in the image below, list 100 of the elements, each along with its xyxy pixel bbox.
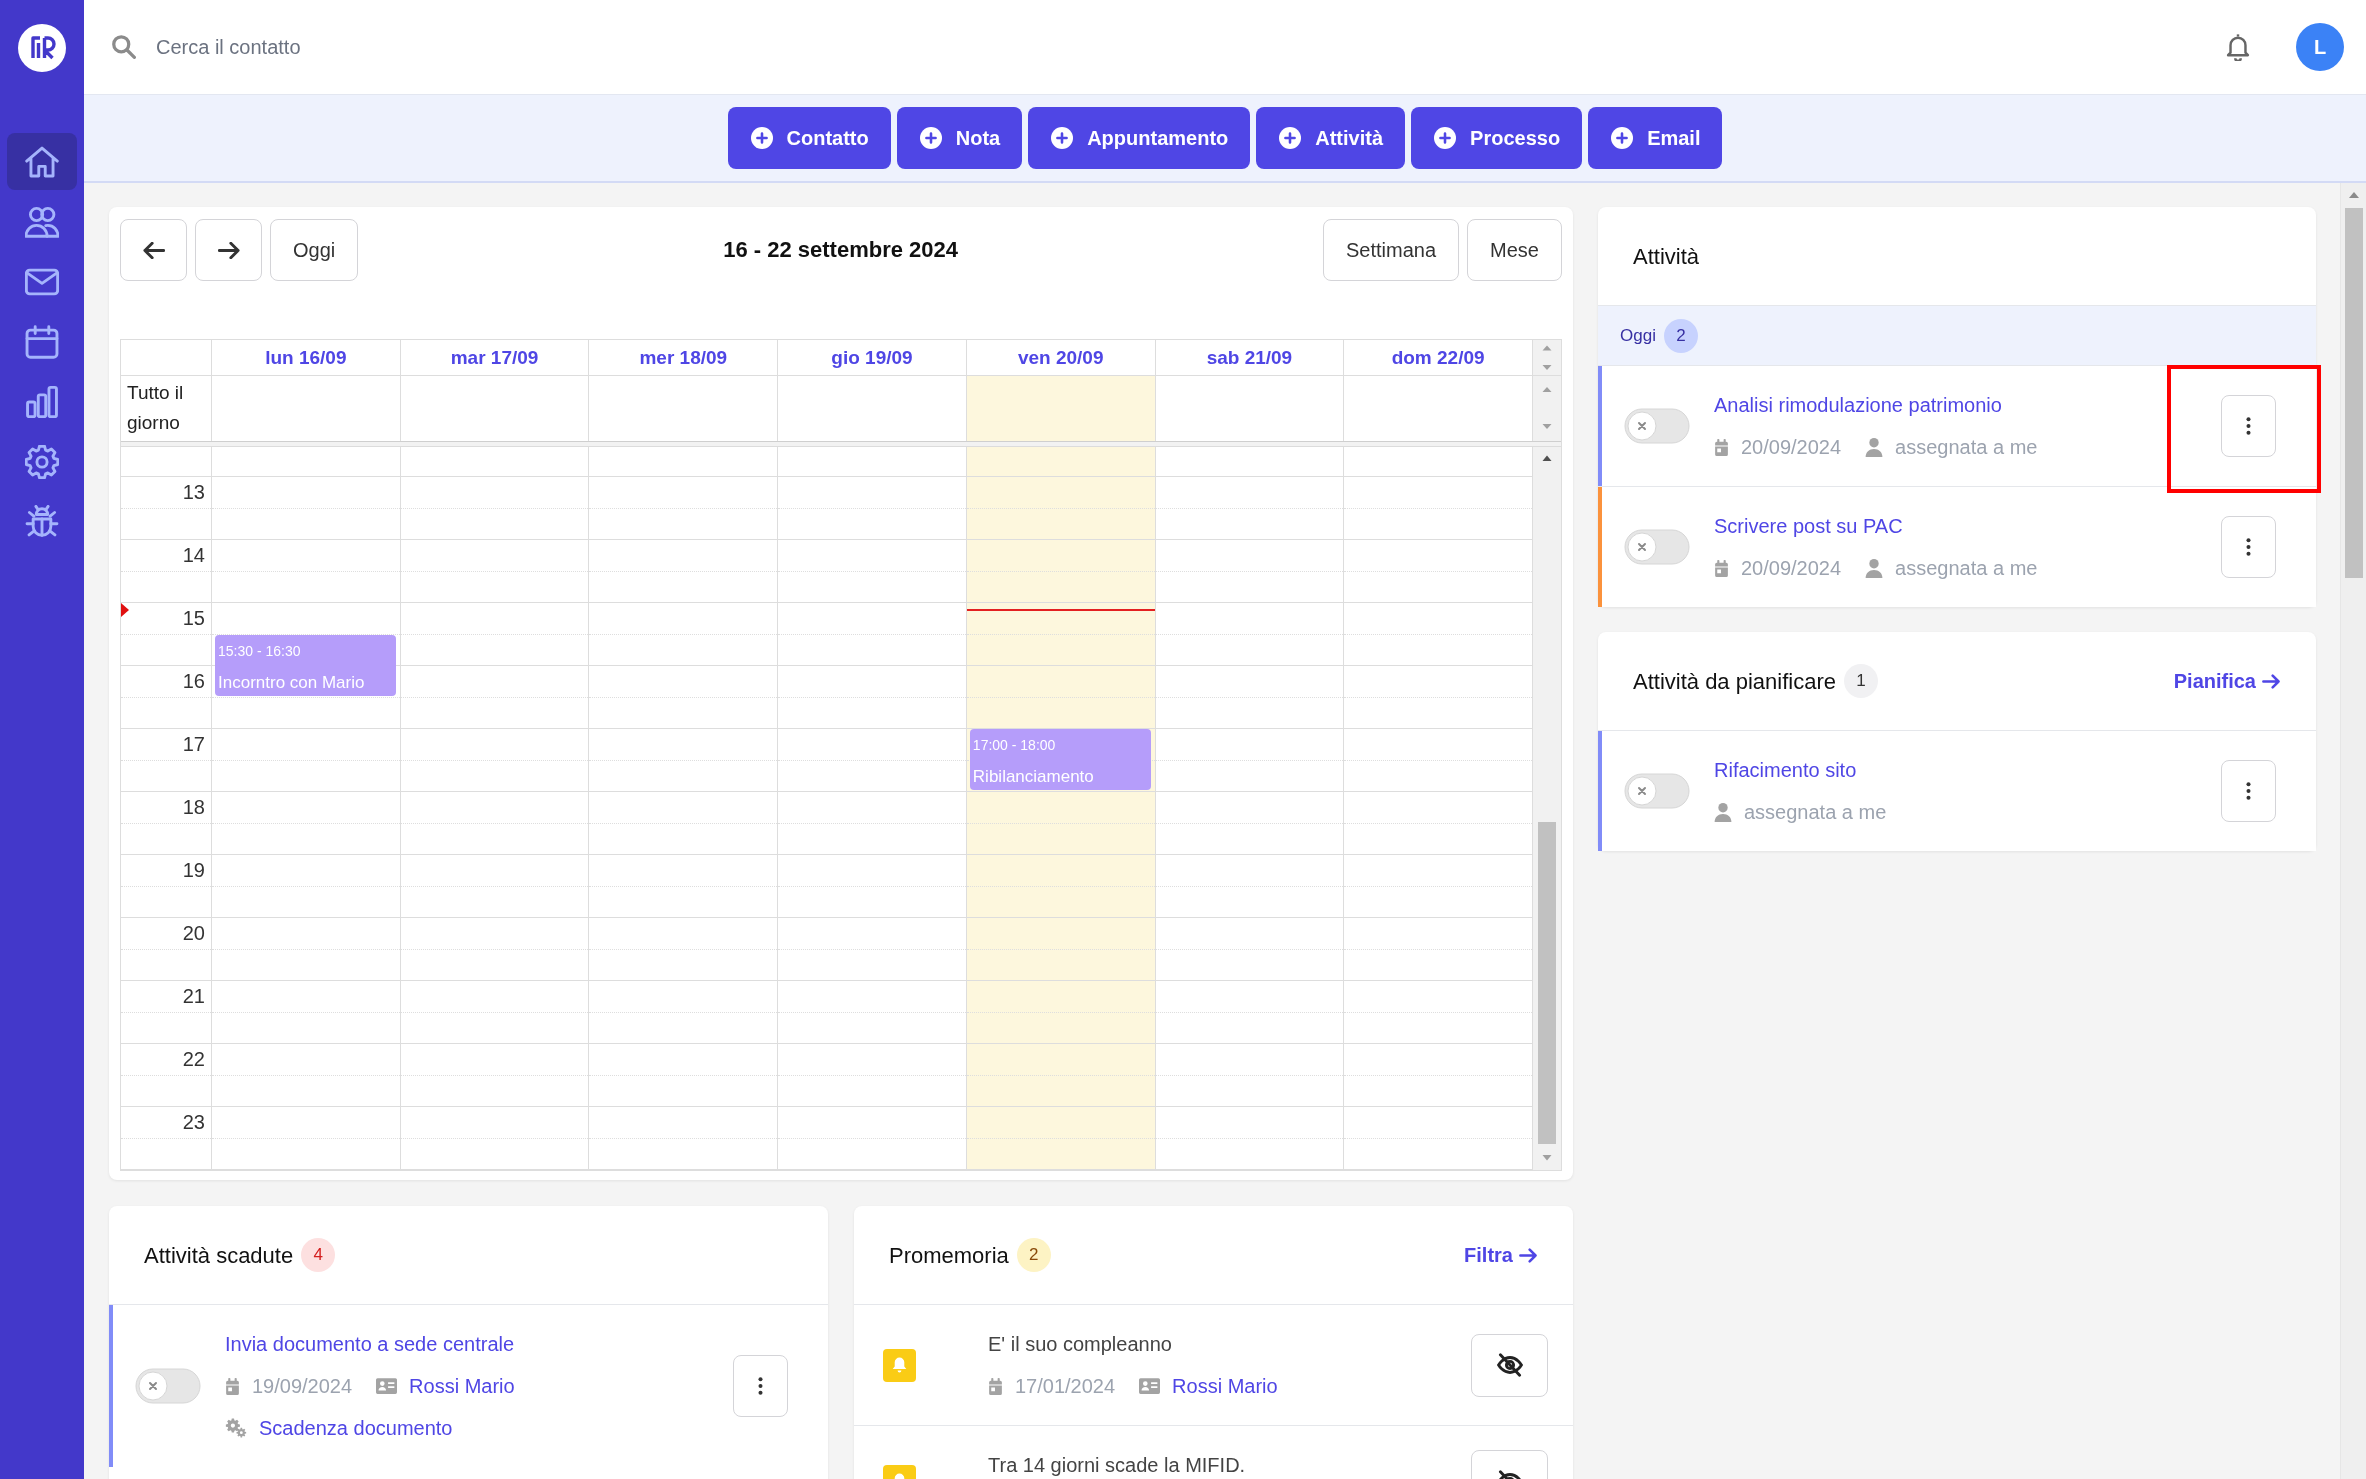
arrow-right-icon [217,241,240,259]
hour-label: 23 [182,1111,205,1133]
calendar-icon [988,1377,1003,1395]
count-badge: 2 [1016,1238,1051,1272]
hide-button[interactable] [1471,1333,1548,1397]
task-title-link[interactable]: Rifacimento sito [1714,759,1857,781]
bell-icon[interactable] [2226,33,2250,61]
search-field[interactable]: Cerca il contatto [156,32,756,62]
search-icon [112,35,136,59]
arrow-right-icon [2262,673,2280,689]
next-button[interactable] [195,219,262,281]
settings-icon [25,444,59,479]
arrow-right-icon [1519,1247,1537,1263]
user-avatar[interactable]: L [2296,23,2344,71]
dots-vertical-icon [2246,417,2251,435]
day-header: dom 22/09 [1344,340,1533,376]
hour-label: 14 [182,544,205,566]
person-icon [1714,802,1732,822]
quick-action-button[interactable]: Nota [896,107,1023,169]
hour-label: 16 [182,670,205,692]
hour-label: 13 [182,481,205,503]
calendar-icon [225,1377,240,1395]
dots-vertical-icon [2246,782,2251,800]
card-title: Attività da pianificare [1633,667,1836,696]
toggle-switch[interactable] [1624,529,1690,565]
plus-circle-icon [1279,127,1302,149]
count-badge: 1 [1844,664,1878,698]
id-card-icon [1139,1378,1161,1394]
task-title-link[interactable]: Analisi rimodulazione patrimonio [1714,394,2002,416]
plus-circle-icon [750,127,773,149]
view-button[interactable]: Mese [1467,219,1562,281]
assignee-label: assegnata a me [1895,435,2038,460]
date-label: 17/01/2024 [1015,1374,1116,1399]
scroll-up-arrow-icon [2348,192,2359,198]
arrow-left-icon [142,241,165,259]
header-link[interactable]: Pianifica [2173,666,2280,696]
hour-label: 17 [182,733,205,755]
header-link[interactable]: Filtra [1464,1240,1537,1270]
category-link[interactable]: Scadenza documento [259,1413,453,1443]
hour-label: 20 [182,922,205,944]
plus-circle-icon [1434,127,1457,149]
calendar-icon [25,324,59,359]
day-header: sab 21/09 [1155,340,1345,376]
home-icon [25,144,59,179]
event-time: 15:30 - 16:30 [218,641,302,661]
plus-circle-icon [919,127,942,149]
hour-label: 18 [182,796,205,818]
event-title: Incorntro con Mario [218,671,366,694]
person-icon [1865,437,1884,457]
sidebar-item[interactable] [7,133,77,190]
dots-vertical-icon [2246,538,2251,556]
calendar-title: 16 - 22 settembre 2024 [723,236,959,264]
day-header: mar 17/09 [400,340,590,376]
users-icon [25,204,59,239]
assignee-label: assegnata a me [1895,556,2038,581]
dots-vertical-icon [758,1377,763,1395]
quick-action-button[interactable]: Contatto [727,107,891,169]
count-badge: 4 [301,1238,336,1272]
day-header: mer 18/09 [589,340,779,376]
id-card-icon [376,1378,398,1394]
hour-label: 15 [182,607,205,629]
event-time: 17:00 - 18:00 [972,736,1057,755]
plus-circle-icon [1051,127,1074,149]
quick-action-button[interactable]: Appuntamento [1028,107,1251,169]
assignee-label: assegnata a me [1744,800,1887,825]
previous-button[interactable] [120,219,187,281]
task-title-link[interactable]: Scrivere post su PAC [1714,515,1903,537]
reminder-text: Tra 14 giorni scade la MIFID. [988,1454,1246,1476]
person-icon [1865,558,1884,578]
toggle-switch[interactable] [1624,773,1690,809]
toggle-switch[interactable] [1624,408,1690,444]
calendar-icon [1714,559,1729,577]
bug-icon [25,504,59,539]
quick-action-button[interactable]: Email [1588,107,1723,169]
reminder-text: E' il suo compleanno [988,1333,1172,1355]
date-label: 20/09/2024 [1741,435,1842,460]
time-marker-icon [121,603,129,617]
group-label: Oggi [1620,324,1656,347]
date-label: 19/09/2024 [252,1374,353,1399]
card-title: Attività [1633,242,1700,271]
hour-label: 21 [182,985,205,1007]
hour-label: 19 [182,859,205,881]
bar-chart-icon [25,384,59,419]
today-button[interactable]: Oggi [270,219,359,281]
day-header: gio 19/09 [778,340,967,376]
quick-action-button[interactable]: Processo [1411,107,1583,169]
quick-action-button[interactable]: Attività [1256,107,1406,169]
bell-icon [883,1348,916,1382]
view-button[interactable]: Settimana [1323,219,1460,281]
task-title-link[interactable]: Invia documento a sede centrale [225,1333,515,1355]
count-badge: 2 [1663,318,1698,353]
card-title: Attività scadute [144,1241,294,1270]
gears-icon [225,1418,247,1438]
toggle-switch[interactable] [135,1368,201,1404]
contact-link[interactable]: Rossi Mario [1172,1371,1278,1401]
card-title: Promemoria [889,1241,1009,1270]
day-header: lun 16/09 [212,340,401,376]
hour-label: 22 [182,1048,205,1070]
event-title: Ribilanciamento [972,766,1095,788]
contact-link[interactable]: Rossi Mario [409,1371,515,1401]
